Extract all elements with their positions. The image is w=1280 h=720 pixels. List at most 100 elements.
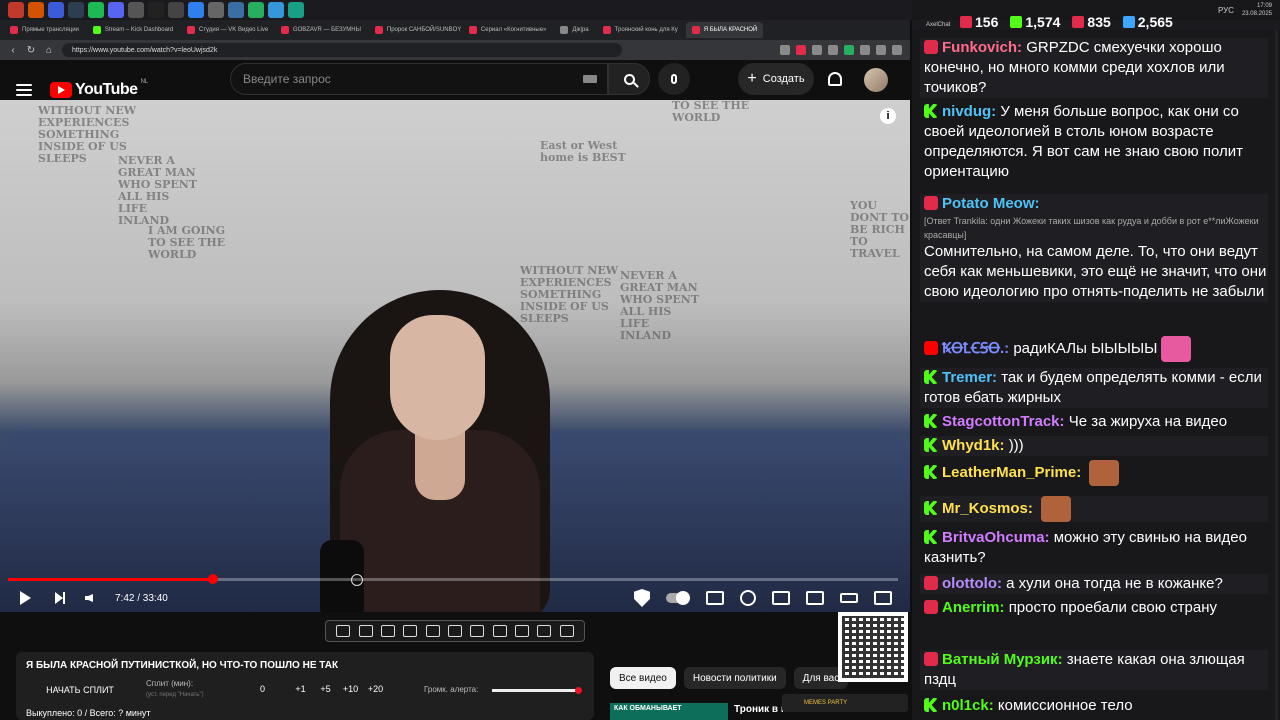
alert-volume-slider[interactable]: [492, 687, 582, 694]
chat-username[interactable]: Potato Meow:: [942, 195, 1040, 212]
chat-username[interactable]: BritvaOhcuma:: [942, 529, 1050, 546]
extension-icon[interactable]: [860, 45, 870, 55]
speed-icon[interactable]: [492, 625, 507, 637]
notifications-bell-icon[interactable]: [828, 72, 842, 86]
extension-icon[interactable]: [844, 45, 854, 55]
app-icon[interactable]: [268, 2, 284, 18]
progress-bar[interactable]: [8, 574, 898, 586]
app-icon[interactable]: [228, 2, 244, 18]
chat-username[interactable]: Ватный Мурзик:: [942, 651, 1063, 668]
grid-icon[interactable]: [470, 625, 485, 637]
clip-icon[interactable]: [403, 625, 418, 637]
settings-icon[interactable]: [559, 625, 574, 637]
sponsorblock-shield-icon[interactable]: [634, 589, 650, 607]
chat-username[interactable]: Tremer:: [942, 369, 997, 386]
extension-icon[interactable]: [828, 45, 838, 55]
app-icon[interactable]: [248, 2, 264, 18]
settings-gear-icon[interactable]: [740, 590, 756, 606]
chat-username[interactable]: Anerrim:: [942, 599, 1005, 616]
browser-tab[interactable]: Троянский конь для Ку: [597, 22, 684, 38]
extension-icon[interactable]: [876, 45, 886, 55]
miniplayer-icon[interactable]: [772, 591, 790, 605]
browser-tab[interactable]: Прямые трансляции: [4, 22, 85, 38]
app-icon[interactable]: [68, 2, 84, 18]
app-icon[interactable]: [128, 2, 144, 18]
theater-mode-icon[interactable]: [840, 593, 858, 603]
app-icon[interactable]: [48, 2, 64, 18]
increment-button[interactable]: +20: [363, 684, 388, 694]
app-icon[interactable]: [188, 2, 204, 18]
app-icon[interactable]: [168, 2, 184, 18]
next-icon[interactable]: [55, 592, 65, 604]
chat-scrollbar[interactable]: [1275, 30, 1278, 720]
browser-tab[interactable]: Stream – Kick Dashboard: [87, 22, 179, 38]
app-icon[interactable]: [88, 2, 104, 18]
screenshot-icon[interactable]: [537, 625, 552, 637]
youtube-logo[interactable]: YouTube NL: [50, 79, 148, 99]
loop-icon[interactable]: [336, 625, 351, 637]
slider-knob[interactable]: [575, 687, 582, 694]
chat-username[interactable]: Mr_Kosmos:: [942, 500, 1033, 517]
info-icon[interactable]: i: [880, 108, 896, 124]
url-field[interactable]: https://www.youtube.com/watch?v=leoUwjsd…: [62, 43, 622, 57]
back-icon[interactable]: ‹: [8, 45, 18, 56]
volume-icon[interactable]: [85, 594, 93, 602]
extension-icon[interactable]: [780, 45, 790, 55]
chat-username[interactable]: StagcottonTrack:: [942, 413, 1065, 430]
fullscreen-icon[interactable]: [874, 591, 892, 605]
recommendation-title[interactable]: Троник в к: [734, 704, 786, 715]
chat-username[interactable]: olottolo:: [942, 575, 1002, 592]
recommendation-thumbnail[interactable]: КАК ОБМАНЫВАЕТ: [610, 703, 728, 720]
subtitles-icon[interactable]: [706, 591, 724, 605]
language-indicator[interactable]: РУС: [1218, 6, 1234, 15]
play-icon[interactable]: [20, 591, 31, 605]
start-split-button[interactable]: НАЧАТЬ СПЛИТ: [26, 680, 134, 700]
app-icon[interactable]: [108, 2, 124, 18]
app-icon[interactable]: [208, 2, 224, 18]
view-icon[interactable]: [380, 625, 395, 637]
pip-icon[interactable]: [806, 591, 824, 605]
chat-username[interactable]: ꝄꝊꝈꞒꞨꝊ.:: [942, 340, 1009, 357]
app-icon[interactable]: [288, 2, 304, 18]
keyboard-icon[interactable]: [583, 75, 597, 83]
chat-username[interactable]: Funkovich:: [942, 39, 1022, 56]
add-icon[interactable]: [515, 625, 530, 637]
account-avatar[interactable]: [864, 68, 888, 92]
search-button[interactable]: [608, 63, 650, 95]
audio-icon[interactable]: [358, 625, 373, 637]
increment-button[interactable]: +5: [313, 684, 338, 694]
browser-tab[interactable]: GOBZAVR — БЕЗУМНЫ: [275, 22, 367, 38]
increment-button[interactable]: +10: [338, 684, 363, 694]
autoplay-toggle[interactable]: [666, 591, 690, 605]
app-icon[interactable]: [148, 2, 164, 18]
film-icon[interactable]: [425, 625, 440, 637]
extension-icon[interactable]: [796, 45, 806, 55]
chat-username[interactable]: n0l1ck:: [942, 697, 994, 714]
video-player[interactable]: WITHOUT NEW EXPERIENCES SOMETHING INSIDE…: [0, 100, 910, 612]
voice-search-button[interactable]: [658, 63, 690, 95]
app-icon[interactable]: [8, 2, 24, 18]
reload-icon[interactable]: ↻: [26, 45, 36, 56]
clock[interactable]: 17:09 23.08.2025: [1242, 2, 1272, 18]
app-icon[interactable]: [28, 2, 44, 18]
chat-username[interactable]: LeatherMan_Prime:: [942, 464, 1081, 481]
browser-tab[interactable]: Дiк|ра: [554, 22, 594, 38]
browser-tab[interactable]: Сериал «Когнитивные»: [463, 22, 552, 38]
extension-icon[interactable]: [892, 45, 902, 55]
browser-tab[interactable]: Студия — VK Видео Live: [181, 22, 273, 38]
create-button[interactable]: + Создать: [738, 63, 814, 95]
chip-politics-news[interactable]: Новости политики: [683, 667, 786, 689]
home-icon[interactable]: ⌂: [44, 45, 54, 56]
extension-icon[interactable]: [812, 45, 822, 55]
chat-username[interactable]: Whyd1k:: [942, 437, 1005, 454]
chip-all-videos[interactable]: Все видео: [610, 667, 676, 689]
split-hint: (уст. перед "Начать"): [146, 692, 204, 698]
search-input[interactable]: Введите запрос: [230, 63, 608, 95]
resize-icon[interactable]: [447, 625, 462, 637]
browser-tab[interactable]: Пророк САНБОЙ/SUNBOY: [369, 22, 461, 38]
chat-username[interactable]: nivdug:: [942, 103, 996, 120]
hamburger-menu-icon[interactable]: [16, 84, 32, 96]
browser-tab[interactable]: Я БЫЛА КРАСНОЙ: [685, 22, 764, 38]
increment-button[interactable]: +1: [288, 684, 313, 694]
progress-scrubber[interactable]: [207, 574, 218, 584]
